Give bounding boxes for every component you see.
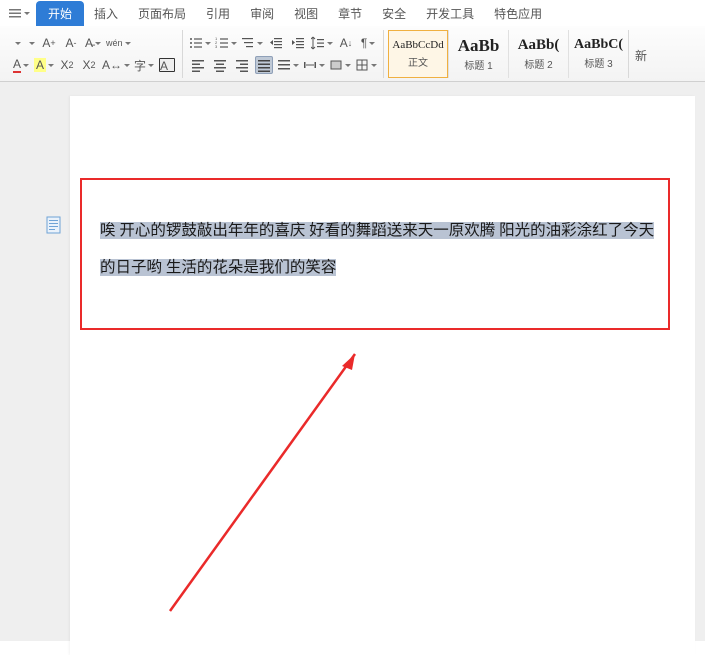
bullets-button[interactable] [189, 34, 211, 52]
char-border-button[interactable]: 字 [134, 56, 154, 74]
document-icon [46, 216, 62, 239]
annotation-arrow [130, 336, 390, 616]
menu-sections[interactable]: 章节 [328, 1, 372, 26]
align-distribute-button[interactable] [277, 56, 299, 74]
menu-special[interactable]: 特色应用 [484, 1, 552, 26]
styles-group: AaBbCcDd 正文 AaBb 标题 1 AaBb( 标题 2 AaBbC( … [388, 30, 629, 78]
font-group: A+ A- A̵ wén A A X2 X2 A↔ 字 A [6, 30, 183, 78]
style-preview: AaBbCcDd [392, 40, 443, 51]
menu-insert[interactable]: 插入 [84, 1, 128, 26]
grow-font-button[interactable]: A+ [40, 34, 58, 52]
sort-button[interactable]: A↓ [337, 34, 355, 52]
menu-developer[interactable]: 开发工具 [416, 1, 484, 26]
align-right-button[interactable] [233, 56, 251, 74]
tab-stops-button[interactable] [303, 56, 325, 74]
shading-button[interactable] [329, 56, 351, 74]
selected-text[interactable]: 唉 开心的锣鼓敲出年年的喜庆 好看的舞蹈送来天一原欢腾 阳光的油彩涂红了今天的日… [100, 222, 654, 276]
style-preview: AaBbC( [574, 38, 623, 52]
style-preview: AaBb [458, 37, 500, 54]
style-normal[interactable]: AaBbCcDd 正文 [388, 30, 448, 78]
highlight-button[interactable]: A [34, 56, 54, 74]
decrease-indent-button[interactable] [267, 34, 285, 52]
font-color-button[interactable]: A [12, 56, 30, 74]
show-marks-button[interactable]: ¶ [359, 34, 377, 52]
font-name-dropdown[interactable] [12, 34, 22, 52]
ribbon: A+ A- A̵ wén A A X2 X2 A↔ 字 A 123 A↓ ¶ [0, 26, 705, 82]
styles-more[interactable]: 新 [629, 47, 653, 64]
style-heading2[interactable]: AaBb( 标题 2 [508, 30, 568, 78]
style-label: 正文 [408, 54, 428, 69]
align-left-button[interactable] [189, 56, 207, 74]
svg-text:3: 3 [215, 44, 218, 49]
char-scaling-button[interactable]: A↔ [102, 56, 130, 74]
page-content[interactable]: 唉 开心的锣鼓敲出年年的喜庆 好看的舞蹈送来天一原欢腾 阳光的油彩涂红了今天的日… [70, 96, 695, 286]
shrink-font-button[interactable]: A- [62, 34, 80, 52]
menu-bar: 开始 插入 页面布局 引用 审阅 视图 章节 安全 开发工具 特色应用 [0, 0, 705, 26]
menu-security[interactable]: 安全 [372, 1, 416, 26]
style-label: 标题 2 [524, 56, 552, 71]
change-case-button[interactable]: A̵ [84, 34, 102, 52]
outline-gutter [0, 82, 70, 641]
clear-format-button[interactable]: A [158, 56, 176, 74]
menu-references[interactable]: 引用 [196, 1, 240, 26]
style-heading1[interactable]: AaBb 标题 1 [448, 30, 508, 78]
phonetic-guide-button[interactable]: wén [106, 34, 131, 52]
style-label: 标题 1 [464, 57, 492, 72]
style-label: 标题 3 [584, 55, 612, 70]
document-page[interactable]: 唉 开心的锣鼓敲出年年的喜庆 好看的舞蹈送来天一原欢腾 阳光的油彩涂红了今天的日… [70, 96, 695, 655]
style-heading3[interactable]: AaBbC( 标题 3 [568, 30, 628, 78]
menu-pagelayout[interactable]: 页面布局 [128, 1, 196, 26]
multilevel-list-button[interactable] [241, 34, 263, 52]
menu-view[interactable]: 视图 [284, 1, 328, 26]
workspace: 唉 开心的锣鼓敲出年年的喜庆 好看的舞蹈送来天一原欢腾 阳光的油彩涂红了今天的日… [0, 82, 705, 641]
line-spacing-button[interactable] [311, 34, 333, 52]
font-size-dropdown[interactable] [26, 34, 36, 52]
align-center-button[interactable] [211, 56, 229, 74]
superscript-button[interactable]: X2 [58, 56, 76, 74]
borders-button[interactable] [355, 56, 377, 74]
align-justify-button[interactable] [255, 56, 273, 74]
menu-dropdown[interactable] [8, 4, 30, 22]
style-preview: AaBb( [518, 38, 560, 53]
menu-review[interactable]: 审阅 [240, 1, 284, 26]
increase-indent-button[interactable] [289, 34, 307, 52]
paragraph-group: 123 A↓ ¶ [183, 30, 384, 78]
numbering-button[interactable]: 123 [215, 34, 237, 52]
menu-start[interactable]: 开始 [36, 1, 84, 26]
subscript-button[interactable]: X2 [80, 56, 98, 74]
